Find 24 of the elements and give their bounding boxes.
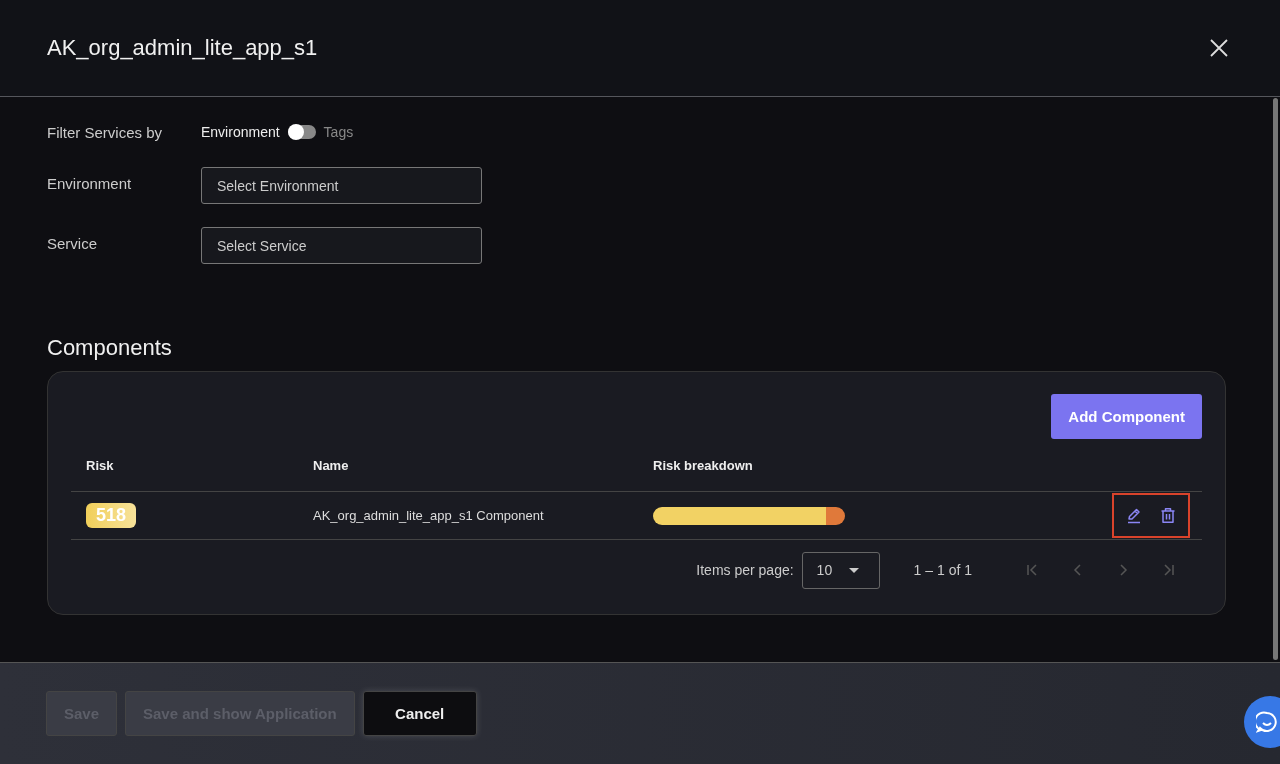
dialog-title: AK_org_admin_lite_app_s1 <box>47 35 318 61</box>
select-field[interactable]: Select Environment <box>201 167 482 204</box>
cancel-button[interactable]: Cancel <box>362 691 477 736</box>
risk-score-badge: 518 <box>86 503 137 528</box>
field-label: Environment <box>47 174 133 192</box>
page-size-select[interactable]: 10 <box>801 551 880 589</box>
field-label: Service <box>47 234 99 252</box>
filter-label: Filter Services by <box>47 123 164 141</box>
select-field[interactable]: Select Service <box>201 227 482 264</box>
table-cell-text: AK_org_admin_lite_app_s1 Component <box>313 508 545 523</box>
toggle-option-label: Environment <box>201 124 280 140</box>
trash-icon[interactable] <box>1160 507 1176 524</box>
items-per-page-label: Items per page: <box>696 562 794 578</box>
edit-icon[interactable] <box>1126 507 1142 524</box>
page-range-text: 1 – 1 of 1 <box>913 562 972 578</box>
column-header: Risk breakdown <box>653 457 754 473</box>
toggle-switch[interactable] <box>287 125 316 139</box>
close-icon[interactable] <box>1210 39 1228 57</box>
column-header: Name <box>313 457 350 473</box>
column-header: Risk <box>85 457 115 473</box>
add-component-button[interactable]: Add Component <box>1051 394 1202 439</box>
section-heading: Components <box>47 335 173 361</box>
toggle-option-label: Tags <box>323 124 354 140</box>
caret-icon <box>848 567 859 573</box>
